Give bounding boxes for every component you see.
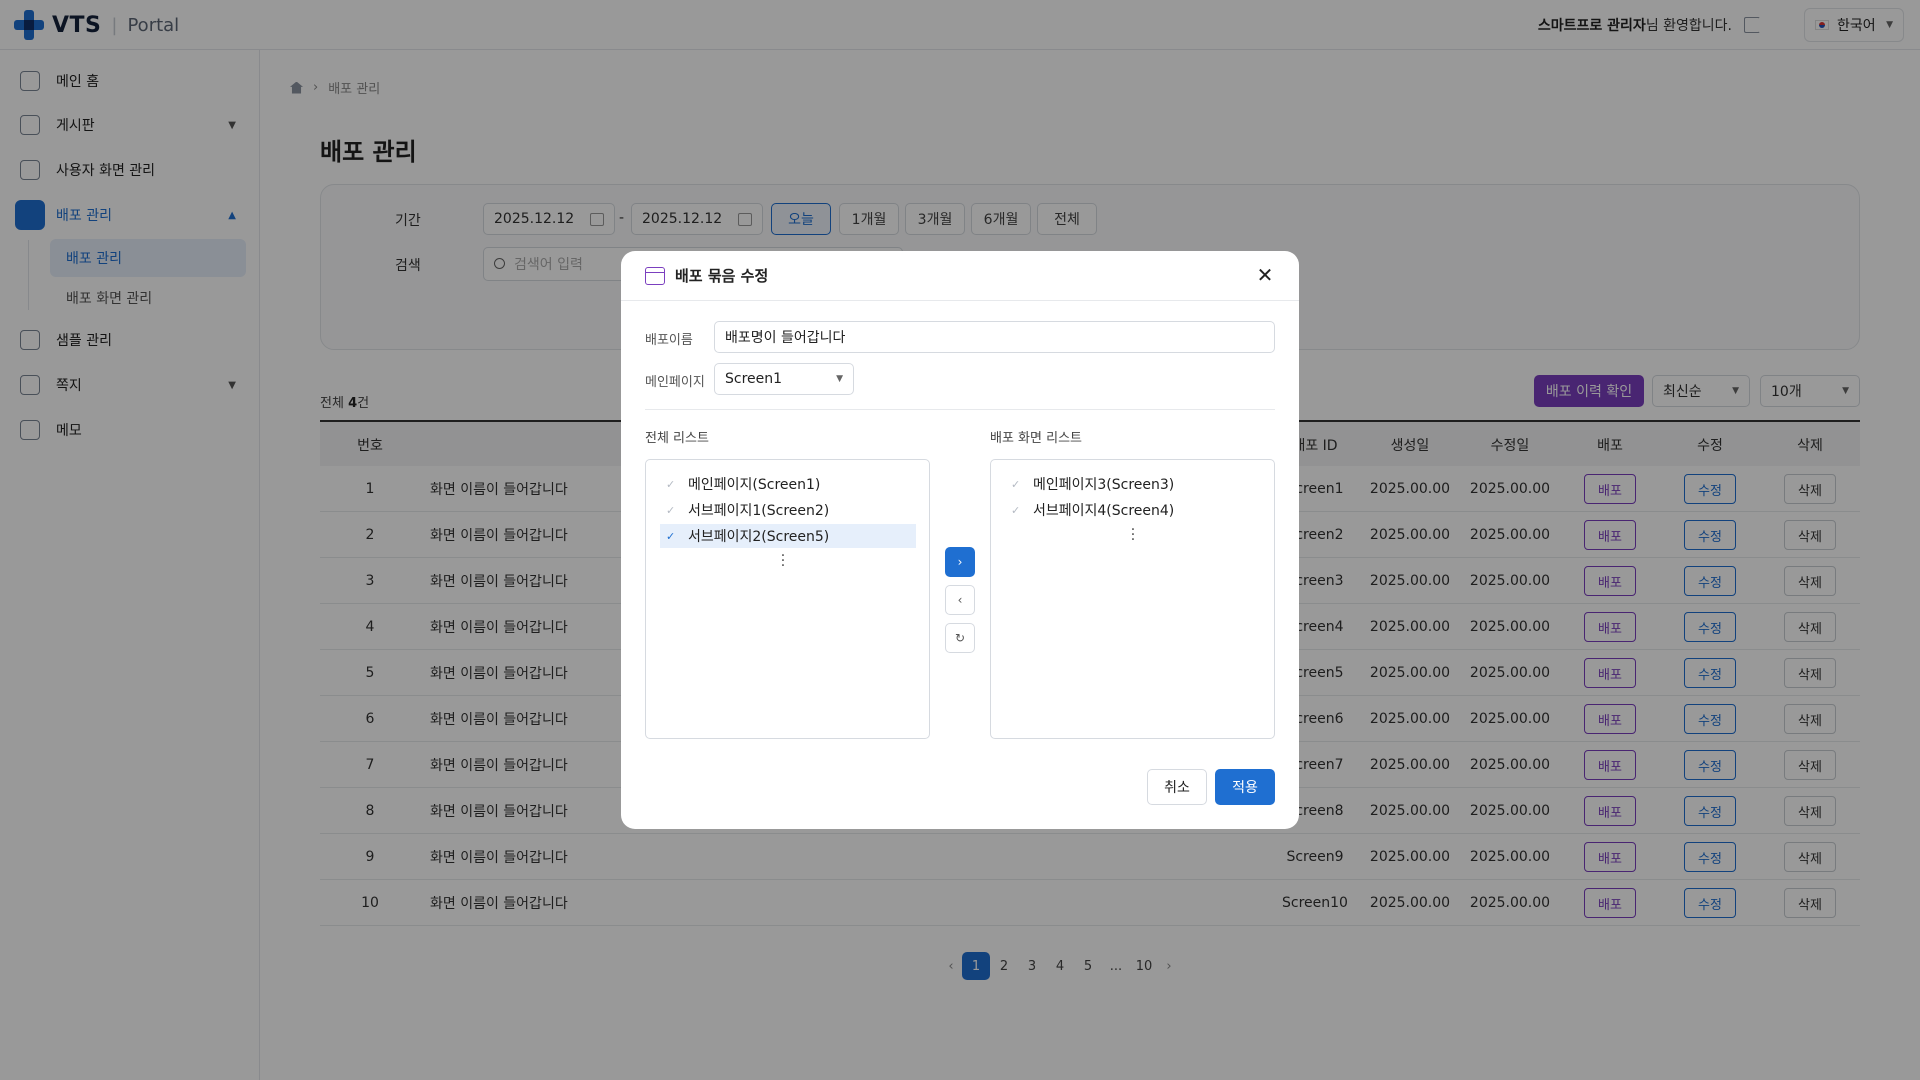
all-list-title: 전체 리스트 bbox=[645, 431, 709, 446]
close-icon[interactable]: ✕ bbox=[1255, 265, 1275, 285]
modal-title: 배포 묶음 수정 bbox=[675, 267, 769, 285]
move-right-button[interactable]: › bbox=[945, 547, 975, 577]
deploy-name-input[interactable]: 배포명이 들어갑니다 bbox=[714, 321, 1275, 353]
more-vertical-icon[interactable]: · · · bbox=[778, 549, 788, 573]
modal-divider bbox=[645, 409, 1275, 410]
check-icon: ✓ bbox=[666, 529, 676, 543]
list-item-label: 서브페이지4(Screen4) bbox=[1033, 503, 1175, 519]
move-left-button[interactable]: ‹ bbox=[945, 585, 975, 615]
apply-button[interactable]: 적용 bbox=[1215, 769, 1275, 805]
reset-button[interactable]: ↻ bbox=[945, 623, 975, 653]
edit-deploy-bundle-modal: 배포 묶음 수정 ✕ 배포이름 배포명이 들어갑니다 메인페이지 Screen1… bbox=[621, 251, 1299, 829]
more-vertical-icon[interactable]: · · · bbox=[1128, 523, 1138, 547]
caret-down-icon: ▼ bbox=[836, 374, 843, 384]
main-page-select[interactable]: Screen1 ▼ bbox=[714, 363, 854, 395]
window-icon bbox=[645, 266, 665, 285]
check-icon: ✓ bbox=[666, 503, 676, 517]
list-item-label: 메인페이지3(Screen3) bbox=[1033, 477, 1175, 493]
cancel-button[interactable]: 취소 bbox=[1147, 769, 1207, 805]
check-icon: ✓ bbox=[666, 477, 676, 491]
deploy-name-label: 배포이름 bbox=[645, 333, 693, 348]
all-list-box: ✓ 메인페이지(Screen1) ✓ 서브페이지1(Screen2) ✓ 서브페… bbox=[645, 459, 930, 739]
deploy-list-item[interactable]: ✓ 메인페이지3(Screen3) bbox=[1005, 472, 1261, 496]
deploy-name-value: 배포명이 들어갑니다 bbox=[725, 330, 846, 346]
all-list-item[interactable]: ✓ 서브페이지1(Screen2) bbox=[660, 498, 916, 522]
list-item-label: 메인페이지(Screen1) bbox=[688, 477, 821, 493]
deploy-list-item[interactable]: ✓ 서브페이지4(Screen4) bbox=[1005, 498, 1261, 522]
main-page-label: 메인페이지 bbox=[645, 375, 705, 390]
list-item-label: 서브페이지2(Screen5) bbox=[688, 529, 830, 545]
deploy-list-title: 배포 화면 리스트 bbox=[990, 431, 1082, 446]
all-list-item[interactable]: ✓ 메인페이지(Screen1) bbox=[660, 472, 916, 496]
deploy-list-box: ✓ 메인페이지3(Screen3) ✓ 서브페이지4(Screen4) · · · bbox=[990, 459, 1275, 739]
modal-header: 배포 묶음 수정 ✕ bbox=[621, 251, 1299, 301]
check-icon: ✓ bbox=[1011, 477, 1021, 491]
check-icon: ✓ bbox=[1011, 503, 1021, 517]
all-list-item-selected[interactable]: ✓ 서브페이지2(Screen5) bbox=[660, 524, 916, 548]
main-page-value: Screen1 bbox=[725, 371, 783, 387]
list-item-label: 서브페이지1(Screen2) bbox=[688, 503, 830, 519]
